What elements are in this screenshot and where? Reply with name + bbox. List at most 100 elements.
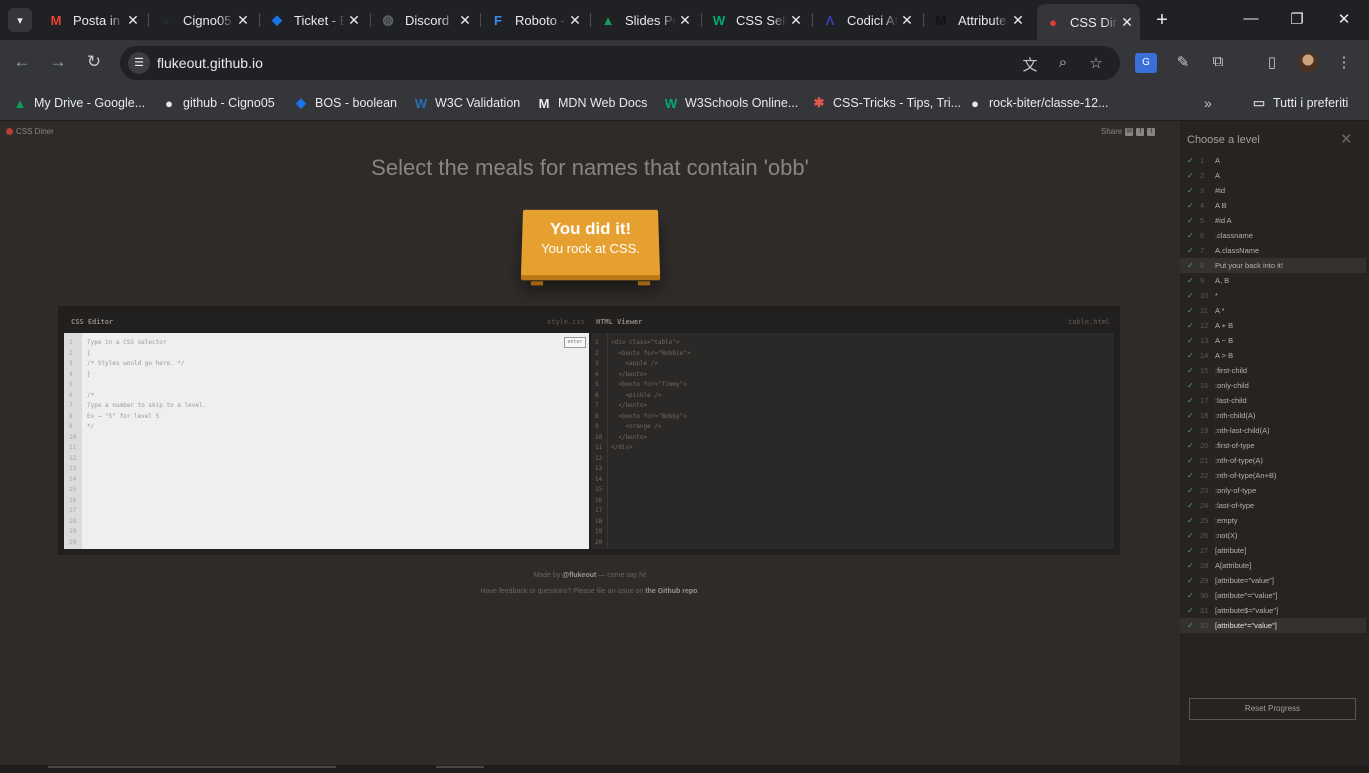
- level-item[interactable]: ✓ 3 #id: [1180, 183, 1366, 198]
- extensions-puzzle-icon[interactable]: ⧉: [1207, 53, 1229, 73]
- zoom-icon[interactable]: ⌕: [1053, 54, 1073, 71]
- bookmark-item[interactable]: W W3C Validation: [413, 93, 520, 113]
- tab-close-icon[interactable]: ✕: [676, 12, 694, 29]
- tab-close-icon[interactable]: ✕: [787, 12, 805, 29]
- bookmark-star-icon[interactable]: ☆: [1086, 54, 1106, 72]
- level-number: 5: [1200, 216, 1205, 225]
- level-item[interactable]: ✓ 16:only-child: [1180, 378, 1366, 393]
- level-item[interactable]: ✓ 26:not(X): [1180, 528, 1366, 543]
- level-item[interactable]: ✓ 23:only-of-type: [1180, 483, 1366, 498]
- bookmark-item[interactable]: ✱ CSS-Tricks - Tips, Tri...: [811, 93, 961, 113]
- browser-tab[interactable]: ● CSS Diner✕: [1037, 4, 1140, 40]
- bookmark-item[interactable]: ◆ BOS - boolean: [293, 93, 397, 113]
- markup-line: <bento for="Robbie">: [611, 349, 691, 357]
- browser-tab[interactable]: ▲ Slides Presentazione✕: [592, 6, 698, 34]
- bookmark-item[interactable]: ▲ My Drive - Google...: [12, 93, 146, 113]
- back-button[interactable]: ←: [11, 52, 33, 72]
- level-item[interactable]: ✓ 4 A B: [1180, 198, 1366, 213]
- tab-close-icon[interactable]: ✕: [566, 12, 584, 29]
- level-item[interactable]: ✓ 22:nth-of-type(An+B): [1180, 468, 1366, 483]
- close-window-button[interactable]: ✕: [1334, 10, 1354, 28]
- bookmark-item[interactable]: ● rock-biter/classe-12...: [967, 93, 1108, 113]
- facebook-share-icon[interactable]: f: [1136, 127, 1145, 136]
- author-link[interactable]: @flukeout: [562, 572, 596, 579]
- tab-close-icon[interactable]: ✕: [1009, 12, 1027, 29]
- level-item[interactable]: ✓ 17:last-child: [1180, 393, 1366, 408]
- browser-tab[interactable]: ◍ Discord ✕: [372, 6, 478, 34]
- level-item[interactable]: ✓ 13 A ~ B: [1180, 333, 1366, 348]
- level-item[interactable]: ✓ 28 A[attribute]: [1180, 558, 1366, 573]
- twitter-share-icon[interactable]: t: [1147, 127, 1156, 136]
- tab-close-icon[interactable]: ✕: [898, 12, 916, 29]
- menu-kebab-icon[interactable]: ⋮: [1333, 53, 1355, 73]
- level-item[interactable]: ✓ 30 [attribute^="value"]: [1180, 588, 1366, 603]
- css-input-area[interactable]: Type in a CSS selector {/* Styles would g…: [87, 338, 206, 433]
- url-text[interactable]: flukeout.github.io: [157, 55, 263, 71]
- browser-tab[interactable]: Λ Codici Attributi✕: [814, 6, 920, 34]
- maximize-button[interactable]: ❐: [1287, 10, 1307, 28]
- browser-tab[interactable]: M Attribute selectors✕: [925, 6, 1031, 34]
- minimize-button[interactable]: —: [1241, 10, 1261, 27]
- line-number: 11: [595, 444, 603, 451]
- level-item[interactable]: ✓ 5 #id A: [1180, 213, 1366, 228]
- reset-progress-button[interactable]: Reset Progress: [1189, 698, 1356, 720]
- site-logo[interactable]: CSS Diner: [6, 127, 54, 136]
- level-number: 1: [1200, 156, 1205, 165]
- bookmark-item[interactable]: W W3Schools Online...: [663, 93, 798, 113]
- level-item[interactable]: ✓ 18:nth-child(A): [1180, 408, 1366, 423]
- scrollbar-thumb[interactable]: [436, 766, 484, 768]
- level-item[interactable]: ✓ 15:first-child: [1180, 363, 1366, 378]
- tab-close-icon[interactable]: ✕: [456, 12, 474, 29]
- level-item[interactable]: ✓ 2 A: [1180, 168, 1366, 183]
- level-item[interactable]: ✓ 7 A.className: [1180, 243, 1366, 258]
- bookmark-item[interactable]: M MDN Web Docs: [536, 93, 648, 113]
- level-item[interactable]: ✓ 20:first-of-type: [1180, 438, 1366, 453]
- close-icon[interactable]: ✕: [1340, 130, 1353, 148]
- level-item[interactable]: ✓ 32 [attribute*="value"]: [1180, 618, 1366, 633]
- css-editor-pane[interactable]: 1 2 3 4 5 6 7 8 9 10 11 12 13 14 15 16 17 18 19 20 Type in …: [64, 333, 589, 549]
- level-item[interactable]: ✓ 31 [attribute$="value"]: [1180, 603, 1366, 618]
- scrollbar-thumb[interactable]: [48, 766, 336, 768]
- level-item[interactable]: ✓ 8 Put your back into it!: [1180, 258, 1366, 273]
- address-bar[interactable]: ☰ flukeout.github.io 文 ⌕ ☆: [120, 46, 1120, 80]
- level-item[interactable]: ✓ 24:last-of-type: [1180, 498, 1366, 513]
- browser-tab[interactable]: F Roboto - Google Fonts✕: [482, 6, 588, 34]
- level-item[interactable]: ✓ 21:nth-of-type(A): [1180, 453, 1366, 468]
- tab-close-icon[interactable]: ✕: [234, 12, 252, 29]
- tab-search-button[interactable]: ▾: [8, 8, 32, 32]
- extension-pen-icon[interactable]: ✎: [1172, 53, 1194, 73]
- bookmark-item[interactable]: ● github - Cigno05: [161, 93, 275, 113]
- side-panel-icon[interactable]: ▯: [1261, 53, 1283, 73]
- profile-avatar[interactable]: [1298, 52, 1318, 72]
- more-bookmarks-chevron-icon[interactable]: »: [1204, 93, 1212, 113]
- browser-tab[interactable]: M Posta in arrivo✕: [40, 6, 146, 34]
- level-item[interactable]: ✓ 29 [attribute="value"]: [1180, 573, 1366, 588]
- browser-tab[interactable]: W CSS Selectors✕: [703, 6, 809, 34]
- level-item[interactable]: ✓ 14 A > B: [1180, 348, 1366, 363]
- level-item[interactable]: ✓ 9 A, B: [1180, 273, 1366, 288]
- github-repo-link[interactable]: the Github repo: [645, 588, 697, 595]
- tab-close-icon[interactable]: ✕: [124, 12, 142, 29]
- level-item[interactable]: ✓ 10 *: [1180, 288, 1366, 303]
- tab-close-icon[interactable]: ✕: [345, 12, 363, 29]
- level-item[interactable]: ✓ 25:empty: [1180, 513, 1366, 528]
- browser-tab[interactable]: ◆ Ticket - Boolean✕: [261, 6, 367, 34]
- new-tab-button[interactable]: +: [1150, 8, 1174, 32]
- browser-tab[interactable]: ● Cigno05 ✕: [150, 6, 256, 34]
- email-share-icon[interactable]: ✉: [1125, 127, 1134, 136]
- enter-button[interactable]: enter: [564, 337, 586, 348]
- translate-extension-icon[interactable]: G: [1135, 53, 1157, 73]
- forward-button[interactable]: →: [47, 52, 69, 72]
- site-info-icon[interactable]: ☰: [128, 52, 150, 74]
- all-bookmarks-folder[interactable]: ▭ Tutti i preferiti: [1251, 93, 1348, 113]
- level-item[interactable]: ✓ 11 A *: [1180, 303, 1366, 318]
- reload-button[interactable]: ↻: [83, 52, 105, 72]
- level-item[interactable]: ✓ 27 [attribute]: [1180, 543, 1366, 558]
- level-item[interactable]: ✓ 1 A: [1180, 153, 1366, 168]
- level-item[interactable]: ✓ 6 .classname: [1180, 228, 1366, 243]
- horizontal-scrollbar[interactable]: [0, 765, 1369, 773]
- level-item[interactable]: ✓ 12 A + B: [1180, 318, 1366, 333]
- tab-close-icon[interactable]: ✕: [1118, 14, 1136, 31]
- level-item[interactable]: ✓ 19:nth-last-child(A): [1180, 423, 1366, 438]
- translate-icon[interactable]: 文: [1020, 54, 1040, 75]
